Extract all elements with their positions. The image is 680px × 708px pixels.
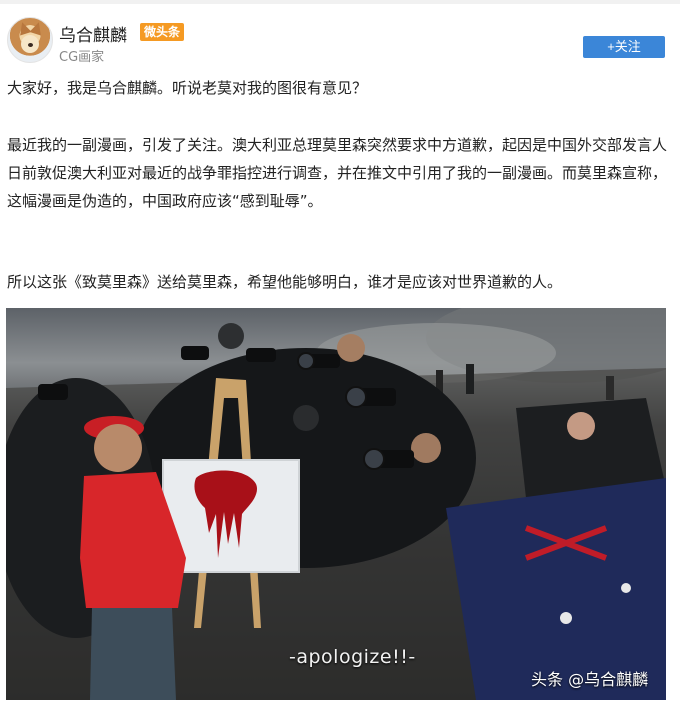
photographer-head: [337, 334, 365, 362]
avatar-nose: [28, 43, 33, 47]
avatar-ear-left: [16, 20, 32, 36]
photographer-head: [411, 433, 441, 463]
post-image[interactable]: -apologize!!- 头条 @乌合麒麟: [6, 308, 666, 700]
suited-man-head: [567, 412, 595, 440]
camera-icon: [246, 348, 276, 362]
avatar-ear-right: [29, 20, 45, 36]
child-jeans: [90, 608, 176, 700]
camera-icon: [181, 346, 209, 360]
author-name[interactable]: 乌合麒麟: [59, 21, 127, 46]
flag-star: [621, 583, 631, 593]
image-caption: -apologize!!-: [289, 646, 416, 668]
author-subtitle: CG画家: [59, 50, 105, 65]
post-paragraph-2: 最近我的一副漫画，引发了关注。澳大利亚总理莫里森突然要求中方道歉，起因是中国外交…: [7, 136, 668, 210]
child-head: [94, 424, 142, 472]
toutiao-watermark: 头条 @乌合麒麟: [531, 670, 649, 689]
flag-star: [560, 612, 572, 624]
photographer-head: [218, 323, 244, 349]
follow-button[interactable]: +关注: [583, 36, 665, 58]
camera-icon: [38, 384, 68, 400]
soldier-silhouette: [466, 364, 474, 394]
camera-lens-icon: [297, 352, 315, 370]
camera-lens-icon: [363, 448, 385, 470]
post-paragraph-3: 所以这张《致莫里森》送给莫里森，希望他能够明白，谁才是应该对世界道歉的人。: [7, 273, 563, 291]
avatar[interactable]: [7, 17, 53, 63]
camera-lens-icon: [345, 386, 367, 408]
post-paragraph-1: 大家好，我是乌合麒麟。听说老莫对我的图很有意见？: [7, 79, 368, 97]
artwork-illustration: [6, 308, 666, 700]
post-header: 乌合麒麟 微头条 CG画家 +关注: [0, 4, 680, 68]
weitoutiao-badge: 微头条: [140, 23, 185, 41]
soldier-silhouette: [606, 376, 614, 400]
photographer-head: [293, 405, 319, 431]
